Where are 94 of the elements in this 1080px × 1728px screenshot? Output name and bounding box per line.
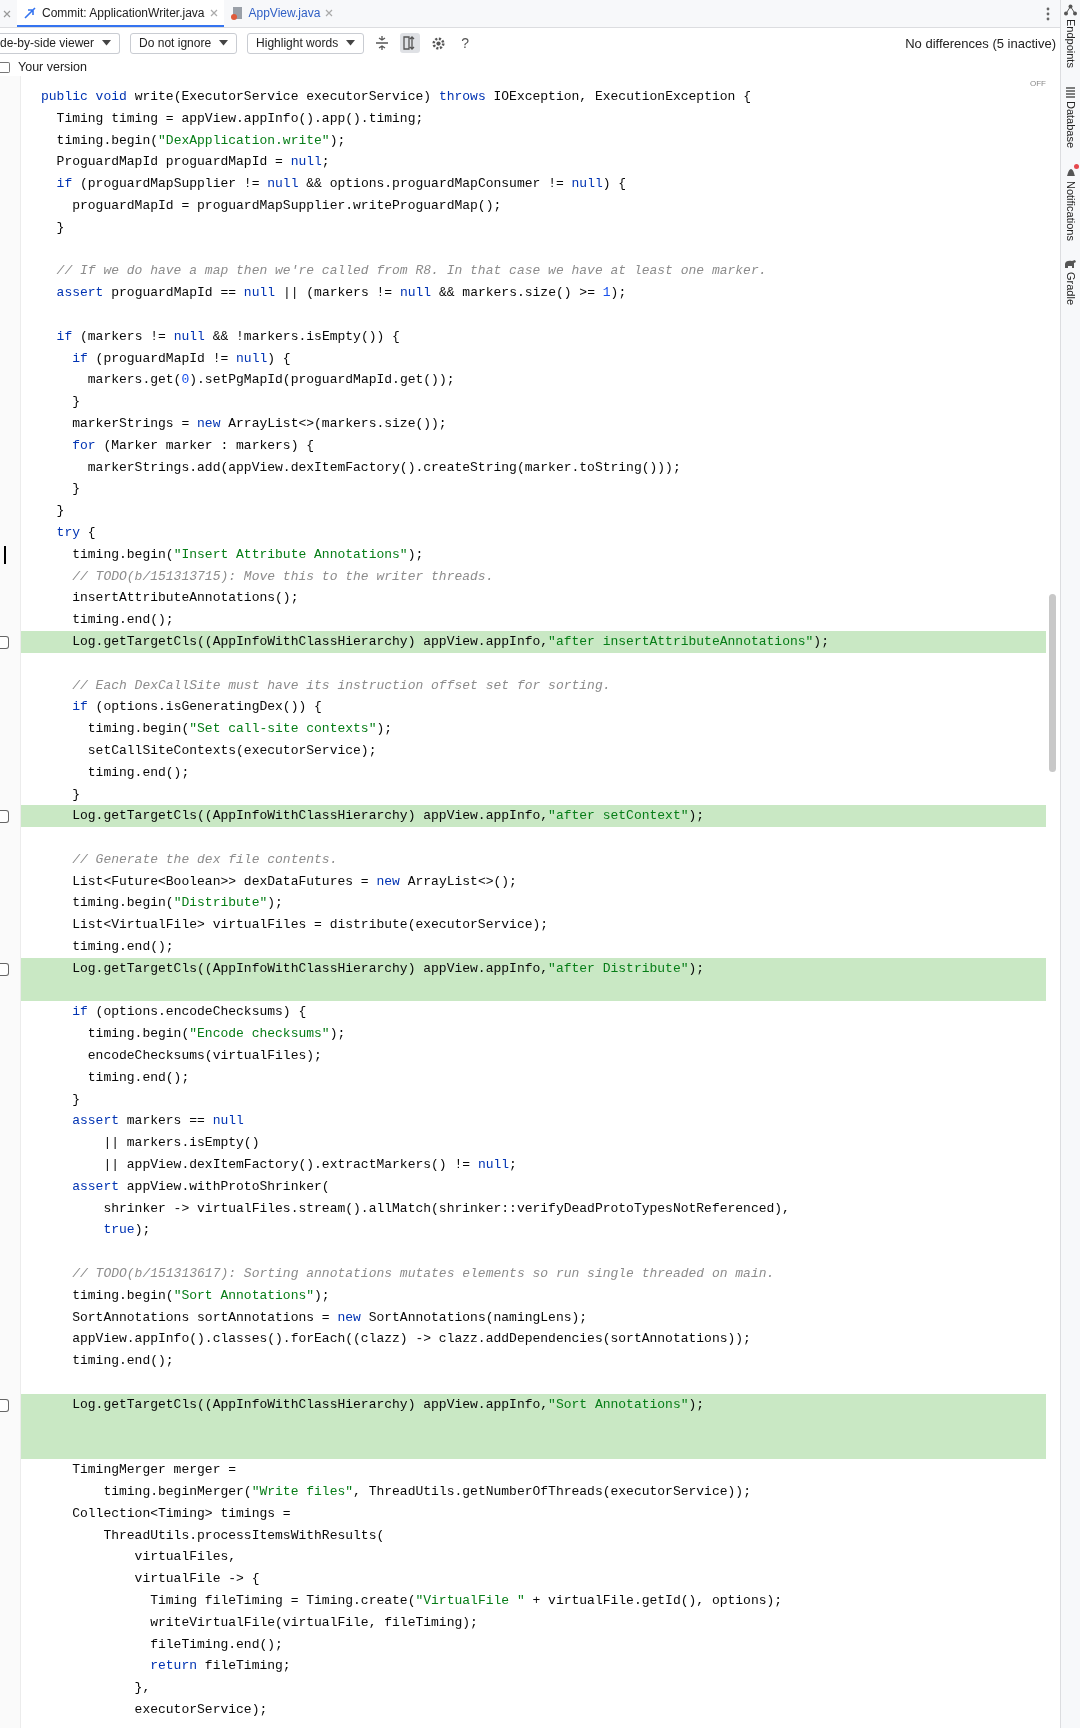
code-line: timing.begin("Encode checksums"); <box>86 1025 347 1044</box>
code-line: encodeChecksums(virtualFiles); <box>86 1047 323 1066</box>
code-line: shrinker -> virtualFiles.stream().allMatch(shrinker::verifyDeadProtoTypesNotReferenced), <box>102 1199 791 1218</box>
code-line: if (options.encodeChecksums) { <box>71 1003 308 1022</box>
code-line: // If we do have a map then we're called from R8. In that case we have at least one marker. <box>55 262 768 281</box>
code-line: public void write(ExecutorService executorService) throws IOException, ExecutionException { <box>40 88 752 106</box>
off-label: OFF <box>1030 79 1046 88</box>
code-line: assert markers == null <box>71 1112 245 1131</box>
code-line: if (markers != null && !markers.isEmpty()) { <box>55 327 401 346</box>
code-line: } <box>71 1090 81 1109</box>
tool-window-button[interactable]: Endpoints <box>1064 4 1077 68</box>
tool-window-button[interactable]: Gradle <box>1064 258 1077 305</box>
code-line: timing.end(); <box>86 1068 191 1087</box>
code-line: insertAttributeAnnotations(); <box>71 589 300 608</box>
code-line: timing.begin("Set call-site contexts"); <box>86 720 394 739</box>
code-line: } <box>71 393 81 412</box>
code-line: || appView.dexItemFactory().extractMarkers() != null; <box>102 1156 518 1175</box>
code-line: markers.get(0).setPgMapId(proguardMapId.get()); <box>86 371 456 390</box>
code-line: } <box>71 785 81 804</box>
help-button[interactable]: ? <box>457 35 473 51</box>
code-line: List<VirtualFile> virtualFiles = distribute(executorService); <box>71 916 550 935</box>
code-line: } <box>55 502 66 521</box>
dropdown[interactable]: de-by-side viewer <box>0 32 121 54</box>
bell-icon <box>1064 166 1077 179</box>
code-line: ThreadUtils.processItemsWithResults( <box>102 1526 386 1545</box>
elephant-icon <box>1064 258 1077 269</box>
nodes-icon <box>1064 4 1077 16</box>
code-line: virtualFile -> { <box>133 1570 261 1589</box>
dropdown[interactable]: Do not ignore <box>130 32 238 54</box>
database-icon <box>1065 85 1076 98</box>
code-line: || markers.isEmpty() <box>102 1134 261 1153</box>
code-line: timing.begin("Distribute"); <box>71 894 284 913</box>
change-checkbox[interactable] <box>0 962 9 976</box>
caret-icon <box>102 40 112 46</box>
code-line: timing.begin("Sort Annotations"); <box>71 1286 331 1305</box>
code-line: try { <box>55 523 97 542</box>
more-menu-icon[interactable] <box>1046 6 1050 21</box>
caret-icon <box>346 40 356 46</box>
diff-status: No differences (5 inactive) <box>905 35 1056 51</box>
code-line: assert proguardMapId == null || (markers != null && markers.size() >= 1); <box>55 284 628 303</box>
code-line: assert appView.withProtoShrinker( <box>71 1177 331 1196</box>
commit-icon <box>23 5 37 20</box>
code-line: setCallSiteContexts(executorService); <box>86 741 378 760</box>
code-line: TimingMerger merger = <box>71 1461 238 1480</box>
code-line: // Each DexCallSite must have its instruction offset set for sorting. <box>71 676 612 695</box>
change-checkbox[interactable] <box>0 1398 9 1412</box>
checkbox[interactable] <box>0 61 10 73</box>
code-line: markerStrings = new ArrayList<>(markers.size()); <box>71 414 448 433</box>
code-line: timing.begin("Insert Attribute Annotations"); <box>71 545 425 564</box>
code-line: timing.end(); <box>71 1352 175 1371</box>
code-line: return fileTiming; <box>149 1657 292 1676</box>
code-line: timing.begin("DexApplication.write"); <box>55 131 347 150</box>
code-line: Timing fileTiming = Timing.create("VirtualFile " + virtualFile.getId(), options); <box>149 1592 784 1610</box>
code-line: true); <box>102 1221 152 1240</box>
code-line: SortAnnotations sortAnnotations = new SortAnnotations(namingLens); <box>71 1308 589 1327</box>
code-line: timing.end(); <box>71 938 175 957</box>
tool-window-button[interactable]: Notifications <box>1064 166 1077 241</box>
code-line: // TODO(b/151313715): Move this to the writer threads. <box>71 567 495 586</box>
code-line: Timing timing = appView.appInfo().app().timing; <box>55 109 425 128</box>
editor-tab[interactable]: Commit: ApplicationWriter.java <box>17 0 224 27</box>
code-line: appView.appInfo().classes().forEach((clazz) -> clazz.addDependencies(sortAnnotations)); <box>71 1330 752 1349</box>
java-file-icon <box>229 5 244 20</box>
code-line: timing.end(); <box>71 611 175 630</box>
code-line: for (Marker marker : markers) { <box>71 436 316 455</box>
code-line: // Generate the dex file contents. <box>71 850 339 869</box>
version-label: Your version <box>18 60 88 74</box>
code-line: writeVirtualFile(virtualFile, fileTiming); <box>149 1613 479 1632</box>
tool-window-button[interactable]: Database <box>1064 85 1077 149</box>
code-line: timing.end(); <box>86 763 191 782</box>
code-line: if (proguardMapId != null) { <box>71 349 292 368</box>
code-line: fileTiming.end(); <box>149 1635 284 1654</box>
code-line: if (options.isGeneratingDex()) { <box>71 698 323 717</box>
sync-scroll-toggle[interactable] <box>400 33 421 53</box>
code-line: } <box>71 480 81 499</box>
dropdown[interactable]: Highlight words <box>247 32 365 54</box>
scrollbar-thumb[interactable] <box>1049 594 1056 772</box>
close-icon[interactable] <box>3 9 11 18</box>
code-line: virtualFiles, <box>133 1548 238 1567</box>
caret-icon <box>219 40 229 46</box>
code-line: }, <box>133 1679 152 1698</box>
code-line: Collection<Timing> timings = <box>71 1504 292 1523</box>
code-line: if (proguardMapSupplier != null && options.proguardMapConsumer != null) { <box>55 175 628 194</box>
code-line: timing.beginMerger("Write files", ThreadUtils.getNumberOfThreads(executorService)); <box>102 1483 752 1501</box>
code-line: proguardMapId = proguardMapSupplier.writeProguardMap(); <box>71 197 503 215</box>
change-checkbox[interactable] <box>0 635 9 649</box>
code-line: // TODO(b/151313617): Sorting annotations mutates elements so run single threaded on main. <box>71 1265 776 1284</box>
code-line: List<Future<Boolean>> dexDataFutures = new ArrayList<>(); <box>71 872 518 891</box>
editor-tab[interactable]: AppView.java <box>223 0 340 27</box>
code-line: markerStrings.add(appView.dexItemFactory().createString(marker.toString())); <box>86 458 682 477</box>
collapse-icon[interactable] <box>374 35 391 51</box>
code-line: } <box>55 218 66 237</box>
code-line: executorService); <box>133 1700 269 1719</box>
change-checkbox[interactable] <box>0 810 9 824</box>
code-line: ProguardMapId proguardMapId = null; <box>55 153 331 172</box>
